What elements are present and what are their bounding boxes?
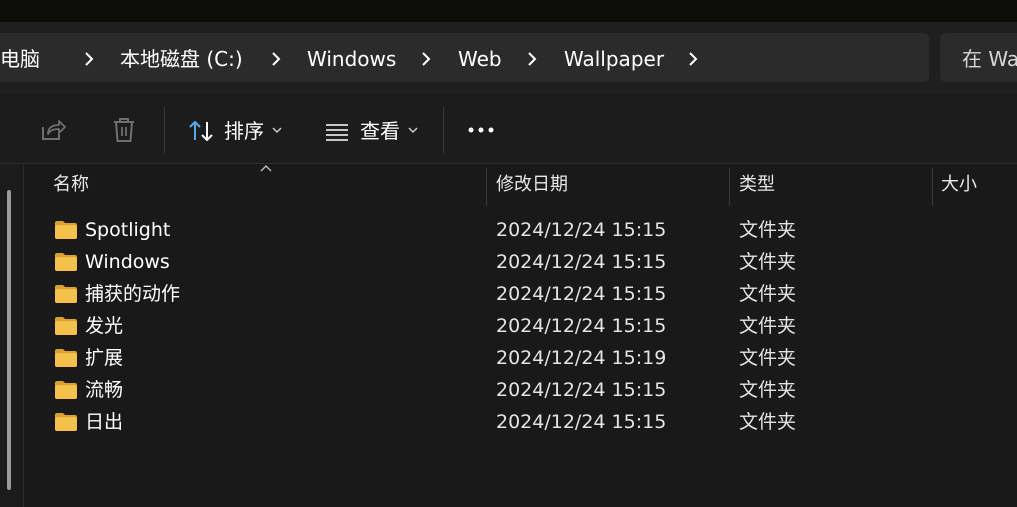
- column-header-size[interactable]: 大小: [941, 173, 977, 197]
- file-type: 文件夹: [739, 379, 797, 401]
- file-modified-date: 2024/12/24 15:15: [496, 411, 667, 433]
- file-name[interactable]: 捕获的动作: [85, 282, 180, 306]
- file-type: 文件夹: [739, 219, 797, 241]
- file-name[interactable]: Windows: [85, 250, 170, 274]
- search-placeholder: 在 Wa: [962, 47, 1017, 71]
- file-type: 文件夹: [739, 251, 797, 273]
- folder-icon: [55, 221, 77, 239]
- folder-icon: [55, 381, 77, 399]
- sort-button[interactable]: 排序: [224, 119, 264, 143]
- share-icon[interactable]: [40, 118, 66, 142]
- file-modified-date: 2024/12/24 15:15: [496, 219, 667, 241]
- column-header-name[interactable]: 名称: [53, 173, 89, 197]
- breadcrumb-windows[interactable]: Windows: [307, 47, 396, 71]
- breadcrumb-wallpaper[interactable]: Wallpaper: [564, 47, 664, 71]
- scrollbar-thumb[interactable]: [7, 190, 11, 490]
- chevron-right-icon[interactable]: [522, 49, 542, 69]
- file-name[interactable]: 扩展: [85, 346, 123, 370]
- table-row[interactable]: 流畅 2024/12/24 15:15 文件夹: [44, 374, 1004, 406]
- folder-icon: [55, 413, 77, 431]
- search-input[interactable]: 在 Wa: [940, 33, 1017, 82]
- folder-icon: [55, 317, 77, 335]
- file-name[interactable]: Spotlight: [85, 218, 170, 242]
- breadcrumb-local-disk[interactable]: 本地磁盘 (C:): [120, 47, 243, 71]
- file-modified-date: 2024/12/24 15:15: [496, 379, 667, 401]
- table-row[interactable]: 捕获的动作 2024/12/24 15:15 文件夹: [44, 278, 1004, 310]
- table-row[interactable]: 发光 2024/12/24 15:15 文件夹: [44, 310, 1004, 342]
- file-list: 名称 修改日期 类型 大小 Spotlight 2024/12/24 15:15 文…: [0, 164, 1017, 507]
- file-type: 文件夹: [739, 283, 797, 305]
- breadcrumb-web[interactable]: Web: [458, 47, 502, 71]
- chevron-down-icon[interactable]: [408, 127, 418, 133]
- toolbar-divider: [443, 107, 444, 153]
- folder-icon: [55, 349, 77, 367]
- more-icon[interactable]: [468, 127, 494, 133]
- folder-icon: [55, 253, 77, 271]
- breadcrumb-this-pc[interactable]: 此电脑: [0, 47, 40, 71]
- view-icon[interactable]: [325, 123, 349, 141]
- file-modified-date: 2024/12/24 15:15: [496, 283, 667, 305]
- chevron-right-icon[interactable]: [266, 49, 286, 69]
- file-modified-date: 2024/12/24 15:15: [496, 315, 667, 337]
- file-modified-date: 2024/12/24 15:19: [496, 347, 667, 369]
- address-bar[interactable]: 此电脑 本地磁盘 (C:) Windows Web Wallpaper: [0, 33, 929, 82]
- column-divider[interactable]: [932, 168, 933, 206]
- file-modified-date: 2024/12/24 15:15: [496, 251, 667, 273]
- sort-icon[interactable]: [188, 119, 214, 143]
- table-row[interactable]: 扩展 2024/12/24 15:19 文件夹: [44, 342, 1004, 374]
- column-header-modified[interactable]: 修改日期: [496, 173, 568, 197]
- table-row[interactable]: Spotlight 2024/12/24 15:15 文件夹: [44, 214, 1004, 246]
- file-type: 文件夹: [739, 315, 797, 337]
- table-row[interactable]: Windows 2024/12/24 15:15 文件夹: [44, 246, 1004, 278]
- column-divider[interactable]: [729, 168, 730, 206]
- address-row: 此电脑 本地磁盘 (C:) Windows Web Wallpaper 在 Wa: [0, 22, 1017, 94]
- table-row[interactable]: 日出 2024/12/24 15:15 文件夹: [44, 406, 1004, 438]
- file-type: 文件夹: [739, 347, 797, 369]
- file-name[interactable]: 日出: [85, 410, 123, 434]
- toolbar-divider: [164, 107, 165, 153]
- column-divider[interactable]: [486, 168, 487, 206]
- column-header-type[interactable]: 类型: [739, 173, 775, 197]
- chevron-right-icon[interactable]: [79, 49, 99, 69]
- file-type: 文件夹: [739, 411, 797, 433]
- view-button[interactable]: 查看: [360, 119, 400, 143]
- trash-icon[interactable]: [112, 117, 136, 143]
- file-name[interactable]: 流畅: [85, 378, 123, 402]
- sort-ascending-icon: [260, 165, 272, 172]
- command-bar: 排序 查看: [0, 95, 1017, 164]
- chevron-down-icon[interactable]: [272, 127, 282, 133]
- folder-icon: [55, 285, 77, 303]
- file-name[interactable]: 发光: [85, 314, 123, 338]
- title-bar: [0, 0, 1017, 22]
- chevron-right-icon[interactable]: [683, 49, 703, 69]
- chevron-right-icon[interactable]: [416, 49, 436, 69]
- scrollbar[interactable]: [0, 164, 24, 507]
